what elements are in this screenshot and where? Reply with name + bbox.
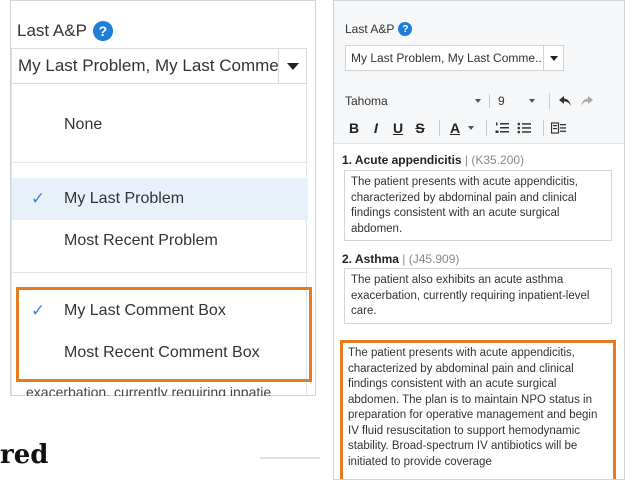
toolbar-separator (543, 120, 544, 136)
option-label: My Last Problem (64, 190, 185, 207)
last-ap-select-value: My Last Problem, My Last Comme... (18, 56, 278, 75)
option-label: None (64, 116, 103, 133)
font-family-select[interactable]: Tahoma (345, 94, 489, 108)
undo-icon[interactable] (556, 91, 574, 111)
problem-comment-box[interactable]: The patient also exhibits an acute asthm… (344, 268, 612, 324)
ap-editor-panel: Last A&P ? My Last Problem, My Last Comm… (333, 0, 625, 480)
comment-options-highlight (16, 287, 312, 382)
chevron-down-icon (475, 99, 481, 103)
last-ap-label-text: Last A&P (345, 22, 395, 36)
background-text-peek: exacerbation, currently requiring inpati… (26, 384, 272, 396)
option-none[interactable]: None (12, 104, 308, 146)
last-ap-label-text: Last A&P (17, 21, 87, 40)
general-comment-box[interactable]: The patient presents with acute appendic… (340, 340, 616, 479)
insert-template-icon[interactable] (550, 118, 568, 138)
bold-button[interactable]: B (345, 118, 363, 138)
font-family-value: Tahoma (345, 94, 388, 108)
toolbar-separator (549, 93, 550, 109)
chevron-down-icon[interactable] (543, 46, 563, 70)
check-icon: ✓ (30, 189, 46, 208)
last-ap-select[interactable]: My Last Problem, My Last Comme... (345, 45, 564, 71)
toolbar-separator (486, 120, 487, 136)
connector-line (260, 457, 320, 459)
toolbar-separator (439, 120, 440, 136)
chevron-down-icon[interactable] (278, 49, 306, 83)
problem-title: 1. Acute appendicitis | (K35.200) (342, 153, 524, 167)
last-ap-select[interactable]: My Last Problem, My Last Comme... (11, 48, 307, 84)
strikethrough-button[interactable]: S (411, 118, 429, 138)
editor-toolbar: Tahoma 9 B I U S A (345, 89, 617, 141)
toolbar-row-font: Tahoma 9 (345, 89, 600, 113)
bullet-list-icon[interactable] (515, 118, 533, 138)
problem-comment-box[interactable]: The patient presents with acute appendic… (344, 170, 612, 241)
font-size-select[interactable]: 9 (489, 94, 543, 108)
underline-button[interactable]: U (389, 118, 407, 138)
chevron-down-icon (529, 99, 535, 103)
toolbar-row-format: B I U S A (345, 116, 572, 140)
font-size-value: 9 (498, 94, 505, 108)
problem-code: | (K35.200) (461, 153, 525, 167)
problem-name: 1. Acute appendicitis (342, 153, 462, 167)
font-color-button[interactable]: A (446, 118, 464, 138)
options-divider (12, 272, 308, 273)
partial-heading: red (0, 440, 49, 470)
problem-code: | (J45.909) (398, 252, 460, 266)
italic-button[interactable]: I (367, 118, 385, 138)
redo-icon[interactable] (578, 91, 596, 111)
ordered-list-icon[interactable] (493, 118, 511, 138)
last-ap-select-value: My Last Problem, My Last Comme... (351, 51, 543, 65)
option-most-recent-problem[interactable]: Most Recent Problem (12, 220, 308, 262)
problem-title: 2. Asthma | (J45.909) (342, 252, 459, 266)
last-ap-label: Last A&P ? (17, 21, 113, 41)
chevron-down-icon[interactable] (468, 126, 474, 130)
option-label: Most Recent Problem (64, 232, 218, 249)
last-ap-label: Last A&P ? (345, 22, 413, 36)
ap-editor-body[interactable]: 1. Acute appendicitis | (K35.200) The pa… (334, 143, 624, 479)
help-icon[interactable]: ? (398, 22, 413, 36)
options-divider (12, 162, 308, 163)
option-my-last-problem[interactable]: ✓ My Last Problem (12, 178, 308, 220)
help-icon[interactable]: ? (92, 21, 113, 41)
problem-name: 2. Asthma (342, 252, 399, 266)
